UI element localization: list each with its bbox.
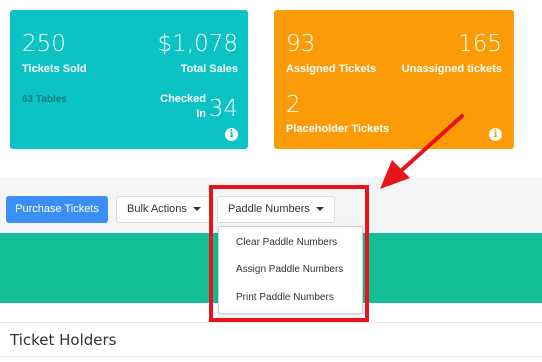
checked-in-value: 34 [208, 96, 238, 122]
info-icon[interactable]: i [225, 128, 238, 141]
placeholder-tickets-label: Placeholder Tickets [286, 123, 390, 135]
ticket-sales-card: 250 Tickets Sold $1,078 Total Sales 63 T… [10, 10, 248, 149]
ticket-assignment-card: 93 Assigned Tickets 165 Unassigned ticke… [274, 10, 514, 149]
purchase-tickets-button[interactable]: Purchase Tickets [6, 196, 108, 223]
assigned-tickets-label: Assigned Tickets [286, 63, 377, 75]
placeholder-tickets-value: 2 [286, 92, 301, 118]
highlight-box [209, 185, 369, 322]
tickets-sold-label: Tickets Sold [22, 63, 87, 75]
unassigned-tickets-value: 165 [458, 31, 502, 57]
info-icon[interactable]: i [489, 128, 502, 141]
tickets-sold-value: 250 [22, 31, 66, 57]
checked-in-label-line1: Checked [160, 93, 206, 105]
divider [0, 356, 542, 357]
assigned-tickets-value: 93 [286, 31, 316, 57]
bulk-actions-label: Bulk Actions [127, 203, 187, 215]
caret-down-icon [192, 207, 201, 212]
tables-count: 63 Tables [22, 94, 67, 105]
unassigned-tickets-label: Unassigned tickets [401, 63, 502, 75]
total-sales-label: Total Sales [180, 63, 238, 75]
section-title: Ticket Holders [10, 331, 117, 349]
bulk-actions-dropdown[interactable]: Bulk Actions [116, 196, 212, 223]
checked-in-label-line2: In [196, 108, 206, 120]
total-sales-value: $1,078 [157, 31, 238, 57]
